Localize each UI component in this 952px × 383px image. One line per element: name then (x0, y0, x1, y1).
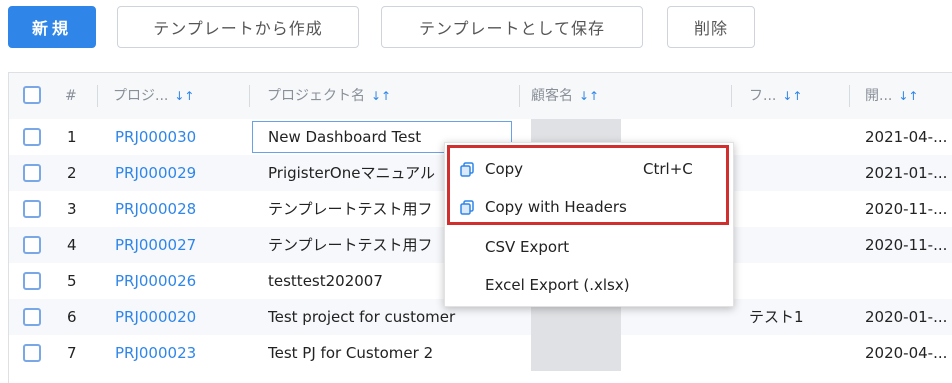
row-number: 3 (67, 200, 77, 218)
customer-cell-redacted (531, 335, 621, 371)
header-project-name[interactable]: プロジェクト名 ↓↑ (267, 86, 507, 106)
row-checkbox[interactable] (23, 200, 41, 218)
sort-icon[interactable]: ↓↑ (782, 89, 802, 103)
project-id-link[interactable]: PRJ000023 (115, 343, 196, 363)
project-id-link[interactable]: PRJ000029 (115, 163, 196, 183)
menu-item-label: CSV Export (485, 238, 570, 256)
menu-item-csv-export[interactable]: CSV Export (445, 229, 733, 267)
toolbar: 新規 テンプレートから作成 テンプレートとして保存 削除 (0, 0, 952, 60)
save-as-template-button[interactable]: テンプレートとして保存 (381, 6, 643, 48)
row-number: 4 (67, 236, 77, 254)
select-all-checkbox[interactable] (23, 86, 41, 104)
delete-button[interactable]: 削除 (667, 6, 755, 48)
new-button[interactable]: 新規 (8, 6, 96, 48)
row-checkbox[interactable] (23, 236, 41, 254)
project-id-link[interactable]: PRJ000030 (115, 127, 196, 147)
project-id-link[interactable]: PRJ000020 (115, 307, 196, 327)
header-project-id[interactable]: プロジ... ↓↑ (113, 86, 228, 106)
row-number: 1 (67, 128, 77, 146)
row-checkbox[interactable] (23, 164, 41, 182)
start-date-cell: 2020-04-... (865, 344, 948, 362)
row-checkbox[interactable] (23, 128, 41, 146)
sort-icon[interactable]: ↓↑ (579, 89, 599, 103)
sort-icon[interactable]: ↓↑ (174, 89, 194, 103)
row-number: 5 (67, 272, 77, 290)
row-checkbox[interactable] (23, 272, 41, 290)
row-checkbox[interactable] (23, 308, 41, 326)
sort-icon[interactable]: ↓↑ (371, 89, 391, 103)
table-header: # プロジ... ↓↑ プロジェクト名 ↓↑ 顧客名 ↓↑ フ... ↓↑ 開... ↓↑ (9, 73, 952, 120)
row-number: 7 (67, 344, 77, 362)
start-date-cell: 2020-11-... (865, 200, 948, 218)
create-from-template-button[interactable]: テンプレートから作成 (117, 6, 359, 48)
header-customer[interactable]: 顧客名 ↓↑ (531, 86, 711, 106)
highlight-box (447, 145, 729, 225)
menu-item-label: Excel Export (.xlsx) (485, 276, 630, 294)
row-checkbox[interactable] (23, 344, 41, 362)
start-date-cell: 2021-01-... (865, 164, 948, 182)
start-date-cell: 2020-01-... (865, 308, 948, 326)
table-row[interactable]: 7 PRJ000023 Test PJ for Customer 2 2020-04-… (9, 335, 952, 371)
project-name-cell[interactable]: Test project for customer (268, 307, 518, 327)
row-number: 6 (67, 308, 77, 326)
start-date-cell: 2021-04-... (865, 128, 948, 146)
sort-icon[interactable]: ↓↑ (898, 89, 918, 103)
project-id-link[interactable]: PRJ000027 (115, 235, 196, 255)
header-number: # (65, 88, 77, 104)
header-f[interactable]: フ... ↓↑ (749, 86, 839, 106)
start-date-cell: 2020-11-... (865, 236, 948, 254)
project-name-cell[interactable]: Test PJ for Customer 2 (268, 343, 518, 363)
project-id-link[interactable]: PRJ000028 (115, 199, 196, 219)
f-cell: テスト1 (749, 308, 804, 326)
project-id-link[interactable]: PRJ000026 (115, 271, 196, 291)
menu-item-excel-export[interactable]: Excel Export (.xlsx) (445, 267, 733, 305)
header-start[interactable]: 開... ↓↑ (865, 86, 952, 106)
row-number: 2 (67, 164, 77, 182)
